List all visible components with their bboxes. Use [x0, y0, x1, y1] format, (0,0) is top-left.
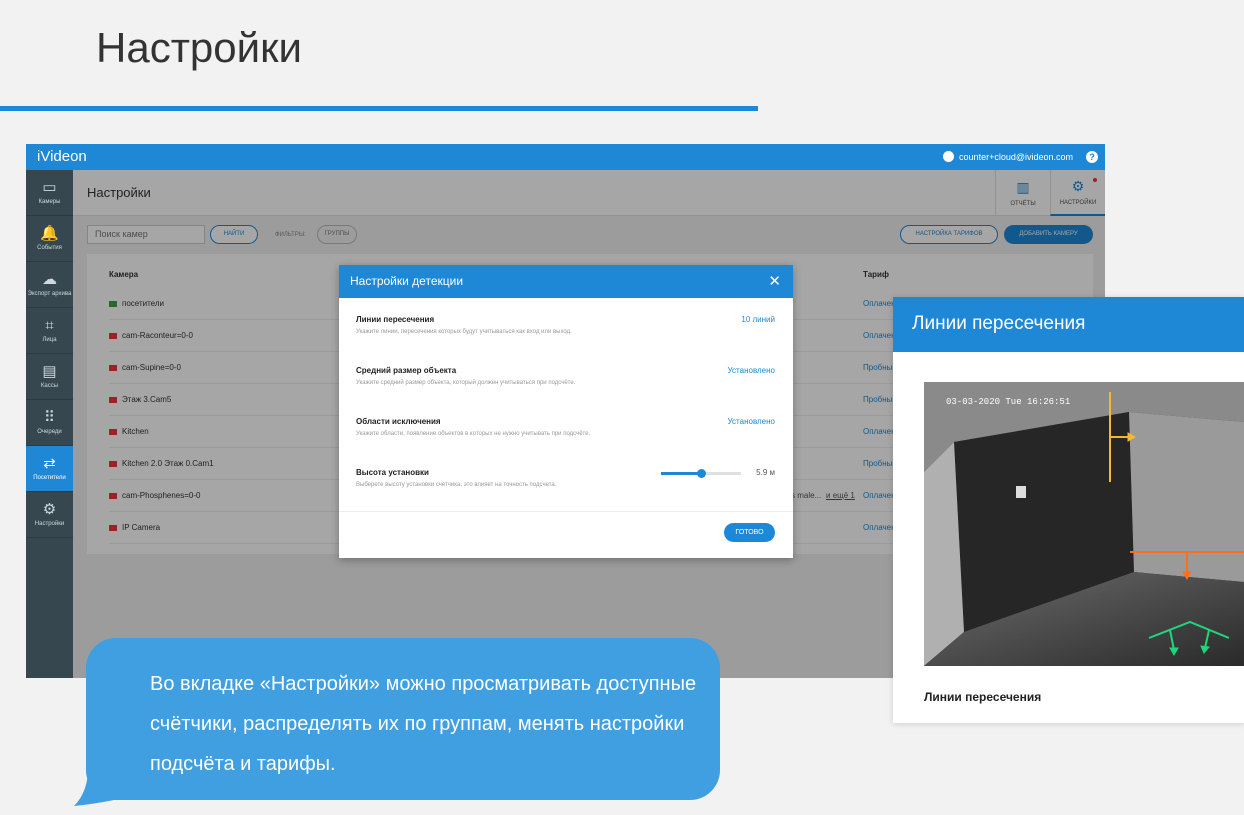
done-button[interactable]: ГОТОВО — [724, 523, 775, 542]
lines-count-link[interactable]: 10 линий — [741, 315, 775, 324]
crossing-lines-card: Линии пересечения 03-03-2020 Tue 16:26:5… — [893, 297, 1244, 723]
app-logo: iVideon — [37, 148, 87, 165]
sidebar-item-label: Очереди — [37, 428, 62, 435]
help-icon[interactable]: ? — [1086, 151, 1098, 163]
bell-icon: 🔔 — [40, 224, 59, 242]
sidebar-item-events[interactable]: 🔔 События — [26, 216, 73, 262]
object-size-link[interactable]: Установлено — [728, 366, 776, 375]
user-icon — [943, 151, 955, 162]
card-title: Линии пересечения — [893, 297, 1244, 352]
detection-settings-modal: Настройки детекции ✕ Линии пересечения У… — [339, 265, 793, 558]
modal-footer-divider — [339, 511, 793, 512]
height-value: 5.9 м — [756, 468, 775, 477]
tip-bubble: Во вкладке «Настройки» можно просматрива… — [86, 638, 720, 800]
modal-section-height: Высота установки Выберете высоту установ… — [356, 468, 776, 490]
section-heading: Линии пересечения — [356, 315, 435, 324]
sidebar-item-registers[interactable]: ▤ Кассы — [26, 354, 73, 400]
slider-fill — [661, 472, 701, 475]
sidebar-item-settings[interactable]: ⚙ Настройки — [26, 492, 73, 538]
section-description: Укажите области, появление объектов в ко… — [356, 431, 591, 437]
sidebar-item-faces[interactable]: ⌗ Лица — [26, 308, 73, 354]
slider-handle[interactable] — [697, 469, 706, 478]
sidebar-item-label: Экспорт архива — [27, 290, 72, 297]
modal-title: Настройки детекции — [350, 274, 464, 288]
height-slider[interactable] — [661, 469, 741, 478]
account-menu[interactable]: counter+cloud@ivideon.com — [943, 151, 1073, 162]
modal-section-object-size: Средний размер объекта Укажите средний р… — [356, 366, 776, 388]
sidebar-item-label: Посетители — [33, 474, 66, 481]
section-description: Выберете высоту установки счетчика, это … — [356, 482, 557, 488]
modal-header: Настройки детекции ✕ — [339, 265, 793, 298]
camera-preview: 03-03-2020 Tue 16:26:51 — [924, 382, 1244, 666]
sidebar-item-label: Лица — [42, 336, 57, 343]
section-description: Укажите линии, пересечения которых будут… — [356, 329, 572, 335]
sidebar-item-cameras[interactable]: ▭ Камеры — [26, 170, 73, 216]
camera-icon: ▭ — [42, 178, 57, 196]
camera-timestamp: 03-03-2020 Tue 16:26:51 — [946, 397, 1070, 407]
modal-section-exclusion: Области исключения Укажите области, появ… — [356, 417, 776, 439]
sidebar-item-label: События — [37, 244, 62, 251]
modal-section-lines: Линии пересечения Укажите линии, пересеч… — [356, 315, 776, 337]
queue-icon: ⠿ — [44, 408, 55, 426]
app-topbar: iVideon counter+cloud@ivideon.com ? — [26, 144, 1105, 170]
face-scan-icon: ⌗ — [45, 316, 54, 334]
sidebar-item-label: Кассы — [40, 382, 59, 389]
sidebar: ▭ Камеры 🔔 События ☁ Экспорт архива ⌗ Лица ▤… — [26, 170, 73, 678]
sidebar-item-visitors[interactable]: ⇄ Посетители — [26, 446, 73, 492]
gear-icon: ⚙ — [42, 500, 57, 518]
sidebar-item-label: Камеры — [38, 198, 61, 205]
section-description: Укажите средний размер объекта, который … — [356, 380, 576, 386]
page-title: Настройки — [96, 24, 302, 71]
bubble-tail — [74, 760, 114, 806]
card-caption: Линии пересечения — [924, 690, 1042, 704]
sidebar-item-export[interactable]: ☁ Экспорт архива — [26, 262, 73, 308]
camera-frame-svg: 03-03-2020 Tue 16:26:51 — [924, 382, 1244, 666]
visitors-arrows-icon: ⇄ — [43, 454, 56, 472]
sidebar-item-queues[interactable]: ⠿ Очереди — [26, 400, 73, 446]
section-heading: Средний размер объекта — [356, 366, 457, 375]
sidebar-item-label: Настройки — [34, 520, 65, 527]
close-icon[interactable]: ✕ — [768, 272, 781, 290]
tip-text: Во вкладке «Настройки» можно просматрива… — [150, 673, 697, 775]
section-heading: Области исключения — [356, 417, 441, 426]
register-icon: ▤ — [42, 362, 57, 380]
account-email: counter+cloud@ivideon.com — [959, 151, 1073, 162]
exclusion-areas-link[interactable]: Установлено — [728, 417, 776, 426]
title-underline — [0, 106, 758, 111]
cloud-download-icon: ☁ — [42, 270, 57, 288]
